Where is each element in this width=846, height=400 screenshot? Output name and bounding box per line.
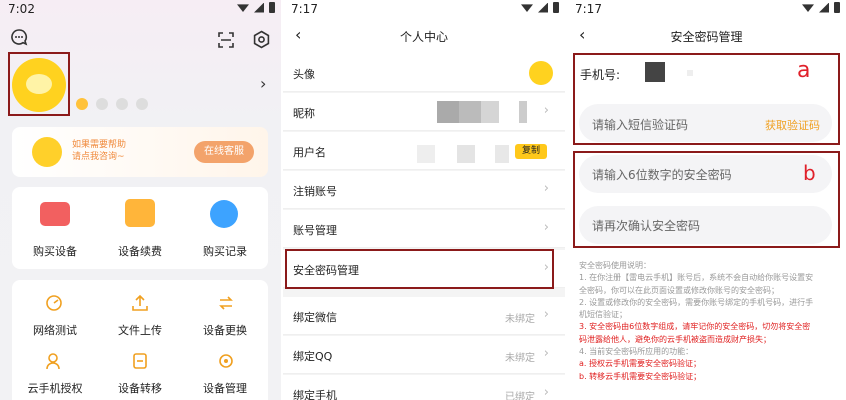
wifi-icon (237, 4, 249, 12)
cloud-badge-icon (116, 98, 128, 110)
security-password-screen: 7:17 ‹ 安全密码管理 手机号: a 请输入短信验证码 获取验证码 请输入6… (567, 0, 846, 400)
settings-icon[interactable] (217, 352, 235, 370)
note-line-warning: a. 授权云手机需要安全密码验证； (579, 359, 701, 369)
upload-icon[interactable] (131, 294, 149, 312)
help-card[interactable]: 如果需要帮助 请点我咨询~ 在线客服 (12, 127, 268, 177)
cloud-phone-auth-label[interactable]: 云手机授权 (20, 380, 90, 396)
shield-badge-icon (136, 98, 148, 110)
nav-bar: ‹ 安全密码管理 (567, 20, 846, 52)
note-line: 安全密码使用说明： (579, 261, 651, 270)
avatar-row[interactable]: 头像 (283, 54, 565, 92)
annotation-a: a (797, 58, 811, 83)
signal-icon (538, 2, 548, 13)
sms-code-input[interactable]: 请输入短信验证码 获取验证码 (579, 104, 832, 142)
confirm-password-input[interactable]: 请再次确认安全密码 (579, 206, 832, 244)
renew-device-label[interactable]: 设备续费 (105, 243, 175, 259)
profile-screen: 7:02 › 如果需要帮助 请点我咨询~ 在线客服 购买设备 设备续费 购买记录… (0, 0, 281, 400)
device-replace-label[interactable]: 设备更换 (190, 322, 260, 338)
nav-bar: ‹ 个人中心 (283, 20, 565, 54)
purchase-history-label[interactable]: 购买记录 (190, 243, 260, 259)
status-time: 7:02 (8, 2, 35, 16)
annotation-b: b (803, 161, 816, 185)
note-line-warning: 3. 安全密码由6位数字组成，请牢记你的安全密码，切勿将安全密 (579, 322, 811, 332)
get-code-button[interactable]: 获取验证码 (765, 117, 820, 133)
signal-icon (254, 2, 264, 13)
online-service-button[interactable]: 在线客服 (194, 141, 254, 163)
transfer-icon[interactable] (131, 352, 149, 370)
chevron-right-icon: › (543, 307, 549, 322)
note-line: 1. 在你注册【雷电云手机】账号后，系统不会自动给你账号设置安 (579, 273, 814, 283)
renew-icon[interactable] (125, 199, 155, 227)
device-manage-label[interactable]: 设备管理 (190, 380, 260, 396)
battery-icon (834, 2, 840, 13)
bind-phone-row[interactable]: 绑定手机 已绑定 › (283, 375, 565, 400)
note-line: 机短信验证； (579, 310, 627, 320)
status-bar: 7:17 (283, 0, 565, 20)
avatar-thumb (529, 61, 553, 85)
copy-button[interactable]: 复制 (515, 144, 547, 159)
network-test-label[interactable]: 网络测试 (20, 322, 90, 338)
wifi-icon (802, 4, 814, 12)
file-upload-label[interactable]: 文件上传 (105, 322, 175, 338)
bind-qq-row[interactable]: 绑定QQ 未绑定 › (283, 336, 565, 374)
clock-icon[interactable] (210, 200, 238, 228)
help-line-1: 如果需要帮助 (72, 140, 127, 150)
user-auth-icon[interactable] (45, 352, 63, 370)
status-bar: 7:17 (567, 0, 846, 20)
status-time: 7:17 (291, 2, 318, 16)
device-transfer-label[interactable]: 设备转移 (105, 380, 175, 396)
nickname-row[interactable]: 昵称 › (283, 93, 565, 131)
chevron-right-icon: › (543, 220, 549, 235)
security-row-highlight (285, 249, 554, 289)
chevron-right-icon: › (543, 103, 549, 118)
note-line: 2. 设置或修改你的安全密码，需要你账号绑定的手机号码，进行手 (579, 297, 814, 307)
bind-wechat-row[interactable]: 绑定微信 未绑定 › (283, 297, 565, 335)
note-line-warning: b. 转移云手机需要安全密码验证； (579, 371, 702, 381)
wallet-icon[interactable] (40, 202, 70, 226)
account-manage-row[interactable]: 账号管理 › (283, 210, 565, 248)
chevron-right-icon: › (543, 385, 549, 400)
battery-icon (269, 2, 275, 13)
personal-center-screen: 7:17 ‹ 个人中心 头像 昵称 › 用户名 复制 注销账号 › 账号管理 › 安… (283, 0, 565, 400)
page-title: 个人中心 (399, 30, 448, 44)
user-badge-icon (96, 98, 108, 110)
chevron-right-icon[interactable]: › (260, 74, 266, 93)
scan-icon[interactable] (217, 31, 235, 49)
signal-icon (819, 2, 829, 13)
chevron-right-icon: › (543, 181, 549, 196)
usage-notes: 安全密码使用说明： 1. 在你注册【雷电云手机】账号后，系统不会自动给你账号设置… (579, 260, 836, 383)
help-line-2: 请点我咨询~ (72, 152, 125, 162)
note-line: 4. 当前安全密码所应用的功能： (579, 347, 694, 357)
username-row: 用户名 复制 (283, 132, 565, 170)
phone-label: 手机号: (580, 68, 621, 82)
note-line: 全密码，你可以在此页面设置或修改你账号的安全密码； (579, 285, 779, 295)
page-title: 安全密码管理 (670, 30, 743, 44)
coin-badge-icon (76, 98, 88, 110)
cancel-account-row[interactable]: 注销账号 › (283, 171, 565, 209)
speedometer-icon[interactable] (45, 294, 63, 312)
chevron-right-icon: › (543, 346, 549, 361)
swap-icon[interactable] (217, 294, 235, 312)
wifi-icon (521, 4, 533, 12)
status-time: 7:17 (575, 2, 602, 16)
battery-icon (553, 2, 559, 13)
badge-row (76, 98, 148, 110)
avatar[interactable] (12, 58, 66, 112)
status-bar: 7:02 (0, 0, 281, 20)
message-icon[interactable] (10, 28, 28, 46)
password-input[interactable]: 请输入6位数字的安全密码 (579, 155, 832, 193)
gear-icon[interactable] (252, 30, 271, 49)
robot-icon (32, 137, 62, 167)
buy-device-label[interactable]: 购买设备 (20, 243, 90, 259)
purchase-card: 购买设备 设备续费 购买记录 (12, 187, 268, 269)
tools-card: 网络测试 文件上传 设备更换 云手机授权 设备转移 设备管理 (12, 280, 268, 400)
note-line-warning: 码泄露给他人，避免你的云手机被盗而造成财产损失； (579, 334, 771, 344)
